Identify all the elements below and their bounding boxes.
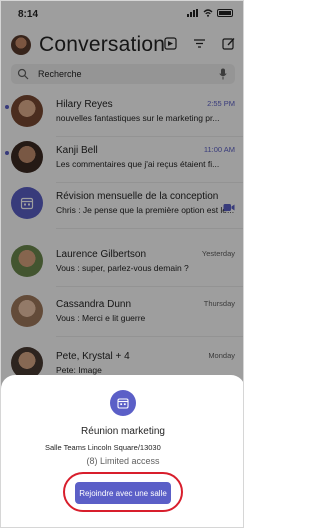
highlight-ring (63, 472, 183, 512)
meeting-bottom-sheet: Réunion marketing Salle Teams Lincoln Sq… (1, 375, 243, 527)
meeting-title: Réunion marketing (81, 426, 165, 437)
access-status: (8) Limited access (86, 456, 160, 466)
calendar-icon (117, 398, 129, 409)
app-screen: 8:14 Conversation Recherche Hilary Reyes… (0, 0, 244, 528)
meeting-avatar (110, 390, 136, 416)
room-name: Salle Teams Lincoln Square/13030 (45, 443, 161, 452)
